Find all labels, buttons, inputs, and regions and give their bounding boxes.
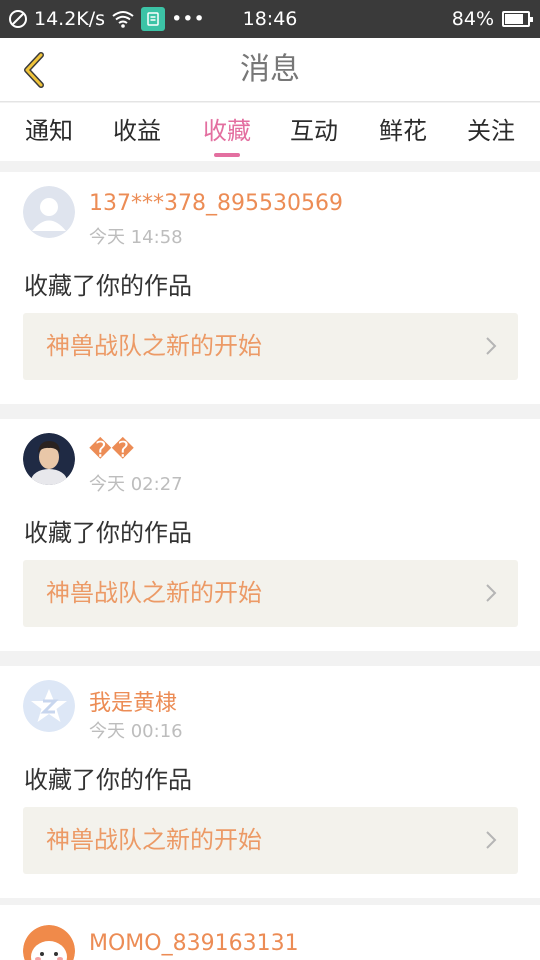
battery-percent: 84% (451, 8, 494, 30)
notification-card: 我是黄棣 今天 00:16 收藏了你的作品 神兽战队之新的开始 (0, 666, 540, 898)
cartoon-avatar[interactable] (23, 925, 75, 960)
username-link[interactable]: �� (89, 438, 134, 463)
tab-interactions[interactable]: 互动 (274, 103, 354, 161)
notification-card: 137***378_895530569 今天 14:58 收藏了你的作品 神兽战… (0, 172, 540, 404)
header: 消息 (0, 38, 540, 102)
qzone-star-avatar[interactable] (23, 680, 75, 732)
status-right: 84% (451, 0, 533, 38)
tab-follows[interactable]: 关注 (451, 103, 531, 161)
tab-earnings[interactable]: 收益 (97, 103, 177, 161)
chevron-right-icon (486, 831, 497, 849)
photo-avatar[interactable] (23, 433, 75, 485)
work-link[interactable]: 神兽战队之新的开始 (23, 560, 518, 627)
work-title: 神兽战队之新的开始 (46, 826, 262, 854)
work-link[interactable]: 神兽战队之新的开始 (23, 313, 518, 380)
notification-card: MOMO_839163131 (0, 905, 540, 960)
username-link[interactable]: 我是黄棣 (89, 685, 177, 717)
work-link[interactable]: 神兽战队之新的开始 (23, 807, 518, 874)
battery-icon (502, 11, 533, 27)
timestamp: 今天 14:58 (89, 227, 183, 248)
username-link[interactable]: 137***378_895530569 (89, 191, 343, 216)
chevron-right-icon (486, 584, 497, 602)
page-title: 消息 (240, 52, 300, 87)
active-tab-indicator (214, 153, 240, 157)
back-button[interactable] (10, 46, 58, 94)
default-avatar-icon[interactable] (23, 186, 75, 238)
username-link[interactable]: MOMO_839163131 (89, 931, 299, 956)
chevron-left-icon (24, 52, 44, 88)
notification-card: �� 今天 02:27 收藏了你的作品 神兽战队之新的开始 (0, 419, 540, 651)
work-title: 神兽战队之新的开始 (46, 332, 262, 360)
timestamp: 今天 02:27 (89, 474, 183, 495)
status-bar: 14.2K/s ••• 18:46 84% (0, 0, 540, 38)
notification-message: 收藏了你的作品 (24, 766, 192, 794)
timestamp: 今天 00:16 (89, 721, 183, 742)
tab-flowers[interactable]: 鲜花 (363, 103, 443, 161)
notification-message: 收藏了你的作品 (24, 519, 192, 547)
tab-notifications[interactable]: 通知 (9, 103, 89, 161)
work-title: 神兽战队之新的开始 (46, 579, 262, 607)
chevron-right-icon (486, 337, 497, 355)
notification-message: 收藏了你的作品 (24, 272, 192, 300)
tab-bar: 通知 收益 收藏 互动 鲜花 关注 (0, 103, 540, 161)
